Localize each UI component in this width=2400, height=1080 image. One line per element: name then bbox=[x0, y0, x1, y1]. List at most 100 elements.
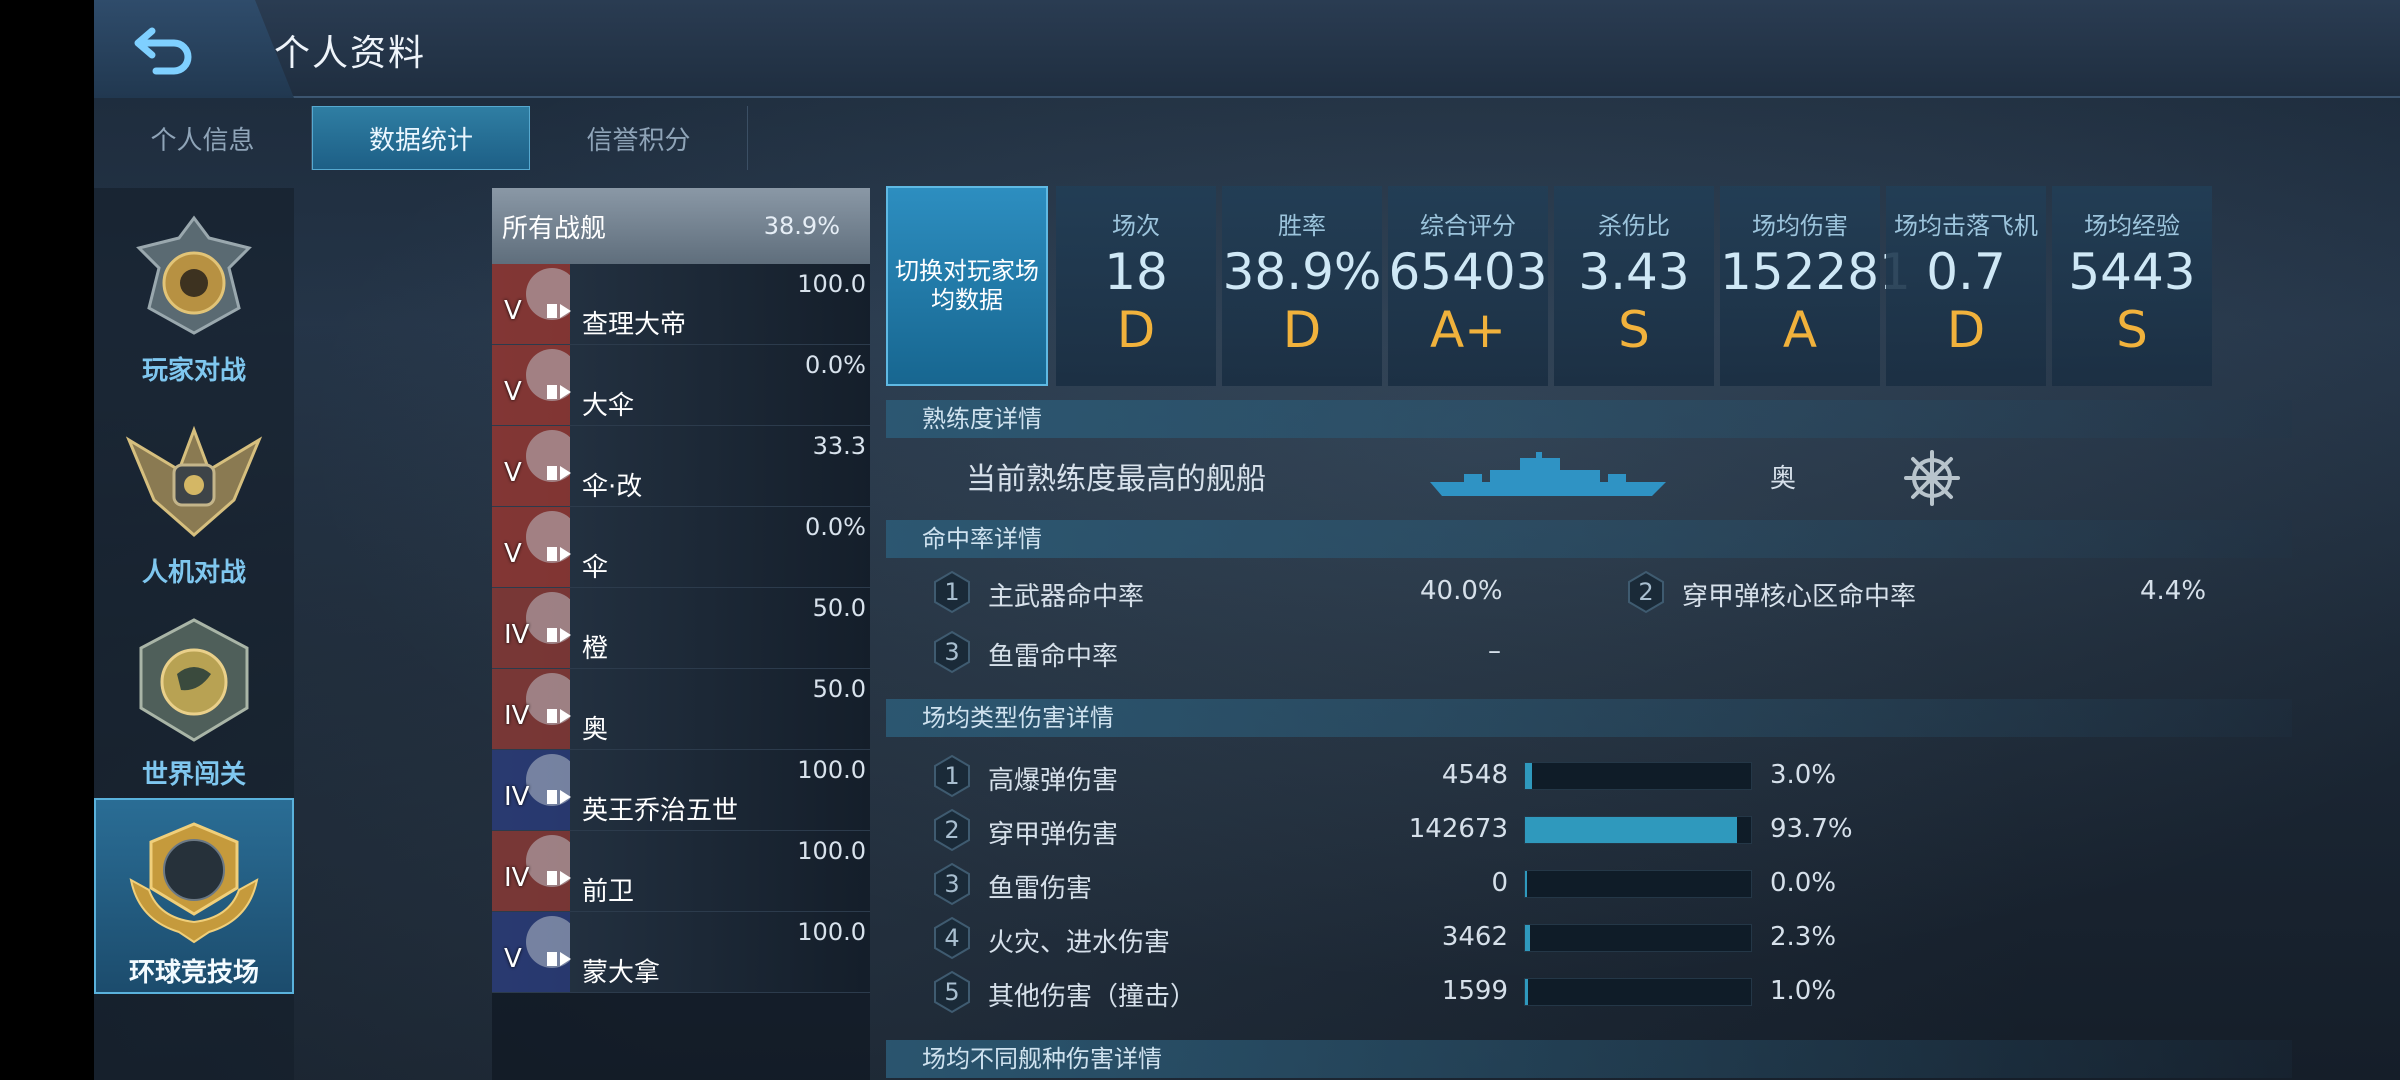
ship-list-item[interactable]: V 大伞 0.0% bbox=[492, 345, 870, 426]
ship-win-rate: 33.3 bbox=[812, 432, 866, 460]
proficiency-label: 当前熟练度最高的舰船 bbox=[966, 462, 1266, 497]
damage-type-percent: 93.7% bbox=[1770, 814, 1853, 844]
back-button[interactable] bbox=[94, 0, 234, 98]
stat-value: 38.9% bbox=[1222, 243, 1382, 301]
stat-label: 杀伤比 bbox=[1598, 212, 1670, 240]
ship-class-icon bbox=[547, 466, 571, 480]
damage-type-value: 4548 bbox=[1441, 760, 1508, 790]
stat-card: 场次 18 D bbox=[1056, 186, 1216, 386]
ship-win-rate: 100.0 bbox=[797, 918, 866, 946]
ship-tier: V bbox=[504, 944, 522, 974]
ship-filter-all-label: 所有战舰 bbox=[502, 213, 607, 244]
stat-card: 场均伤害 152281 A bbox=[1720, 186, 1911, 386]
mode-label: 人机对战 bbox=[141, 558, 246, 588]
ship-tier: V bbox=[504, 458, 522, 488]
index-badge: 1 bbox=[932, 754, 972, 798]
ship-filter-all-value: 38.9% bbox=[763, 212, 840, 240]
damage-share-bar bbox=[1524, 978, 1752, 1006]
damage-type-percent: 3.0% bbox=[1770, 760, 1837, 790]
section-ship-type-damage: 场均不同舰种伤害详情 bbox=[886, 1040, 2292, 1078]
header: 个人资料 bbox=[94, 0, 2400, 98]
damage-type-value: 1599 bbox=[1441, 976, 1508, 1006]
ship-list-item[interactable]: V 查理大帝 100.0 bbox=[492, 264, 870, 345]
ship-win-rate: 100.0 bbox=[797, 756, 866, 784]
tab-credit-score[interactable]: 信誉积分 bbox=[530, 106, 748, 170]
ship-class-icon bbox=[547, 790, 571, 804]
stat-value: 0.7 bbox=[1926, 243, 2006, 301]
ship-filter-all[interactable]: 所有战舰 38.9% bbox=[492, 188, 870, 264]
ship-class-icon bbox=[547, 385, 571, 399]
switch-average-data-button[interactable]: 切换对玩家场均数据 bbox=[886, 186, 1048, 386]
damage-share-bar bbox=[1524, 870, 1752, 898]
damage-type-percent: 2.3% bbox=[1770, 922, 1837, 952]
ship-list-item[interactable]: V 伞·改 33.3 bbox=[492, 426, 870, 507]
ship-list-item[interactable]: IV 英王乔治五世 100.0 bbox=[492, 750, 870, 831]
ship-tier: V bbox=[504, 296, 522, 326]
damage-type-label: 火灾、进水伤害 bbox=[988, 928, 1171, 958]
ship-list-item[interactable]: IV 前卫 100.0 bbox=[492, 831, 870, 912]
ship-tier: V bbox=[504, 377, 522, 407]
ship-class-icon bbox=[547, 547, 571, 561]
section-proficiency: 熟练度详情 bbox=[886, 400, 2292, 438]
ship-name: 橙 bbox=[582, 634, 609, 664]
stat-value: 5443 bbox=[2068, 243, 2196, 301]
index-badge: 3 bbox=[932, 862, 972, 906]
ship-tier: V bbox=[504, 539, 522, 569]
arena-emblem-icon bbox=[129, 822, 259, 944]
section-hit-rate: 命中率详情 bbox=[886, 520, 2292, 558]
tab-personal-info[interactable]: 个人信息 bbox=[94, 106, 312, 170]
hit-rate-label: 主武器命中率 bbox=[988, 582, 1145, 612]
damage-share-bar-fill bbox=[1525, 763, 1532, 789]
stat-value: 65403 bbox=[1388, 243, 1548, 301]
ship-name: 查理大帝 bbox=[582, 310, 687, 340]
damage-type-label: 穿甲弹伤害 bbox=[988, 820, 1119, 850]
ship-name: 英王乔治五世 bbox=[582, 796, 739, 826]
stat-card: 场均击落飞机 0.7 D bbox=[1886, 186, 2046, 386]
ship-win-rate: 100.0 bbox=[797, 270, 866, 298]
index-badge: 4 bbox=[932, 916, 972, 960]
ship-list-item[interactable]: V 蒙大拿 100.0 bbox=[492, 912, 870, 993]
damage-share-bar bbox=[1524, 762, 1752, 790]
damage-type-label: 高爆弹伤害 bbox=[988, 766, 1119, 796]
ship-wheel-icon[interactable] bbox=[1904, 450, 1960, 506]
stat-card: 胜率 38.9% D bbox=[1222, 186, 1382, 386]
mode-item-pvp[interactable]: 玩家对战 bbox=[94, 198, 294, 394]
stat-grade: S bbox=[2116, 301, 2148, 359]
stat-value: 18 bbox=[1104, 243, 1168, 301]
damage-type-value: 142673 bbox=[1408, 814, 1508, 844]
stat-grade: D bbox=[1946, 301, 1986, 359]
mode-item-arena[interactable]: 环球竞技场 bbox=[94, 798, 294, 994]
ship-win-rate: 100.0 bbox=[797, 837, 866, 865]
mode-item-pve[interactable]: 人机对战 bbox=[94, 400, 294, 596]
tab-data-stats[interactable]: 数据统计 bbox=[312, 106, 530, 170]
ship-list-item[interactable]: V 伞 0.0% bbox=[492, 507, 870, 588]
stat-card: 杀伤比 3.43 S bbox=[1554, 186, 1714, 386]
damage-type-value: 3462 bbox=[1441, 922, 1508, 952]
ship-list-item[interactable]: IV 橙 50.0 bbox=[492, 588, 870, 669]
stat-label: 场均经验 bbox=[2084, 212, 2180, 240]
hit-rate-value: 40.0% bbox=[1420, 576, 1503, 606]
damage-type-label: 其他伤害（撞击） bbox=[988, 982, 1197, 1012]
ship-list: 所有战舰 38.9% V 查理大帝 100.0 V 大伞 0.0% V 伞·改 33.3 V 伞 0.… bbox=[492, 188, 870, 1080]
ship-class-icon bbox=[547, 952, 571, 966]
ship-list-item[interactable]: IV 奥 50.0 bbox=[492, 669, 870, 750]
ship-win-rate: 0.0% bbox=[805, 351, 866, 379]
stat-label: 场次 bbox=[1112, 212, 1160, 240]
ship-tier: IV bbox=[504, 620, 530, 650]
stat-grade: D bbox=[1116, 301, 1156, 359]
hit-rate-value: – bbox=[1488, 636, 1501, 666]
index-badge: 2 bbox=[1626, 570, 1666, 614]
damage-type-value: 0 bbox=[1491, 868, 1508, 898]
stat-card: 场均经验 5443 S bbox=[2052, 186, 2212, 386]
pvp-emblem-icon bbox=[136, 215, 252, 335]
mode-label: 玩家对战 bbox=[141, 356, 246, 386]
damage-type-percent: 1.0% bbox=[1770, 976, 1837, 1006]
stat-value: 3.43 bbox=[1578, 243, 1690, 301]
ship-tier: IV bbox=[504, 863, 530, 893]
ship-class-icon bbox=[547, 628, 571, 642]
ship-tier: IV bbox=[504, 782, 530, 812]
damage-share-bar-fill bbox=[1525, 871, 1527, 897]
damage-share-bar bbox=[1524, 924, 1752, 952]
mode-item-world[interactable]: 世界闯关 bbox=[94, 602, 294, 798]
page-title: 个人资料 bbox=[274, 33, 427, 74]
